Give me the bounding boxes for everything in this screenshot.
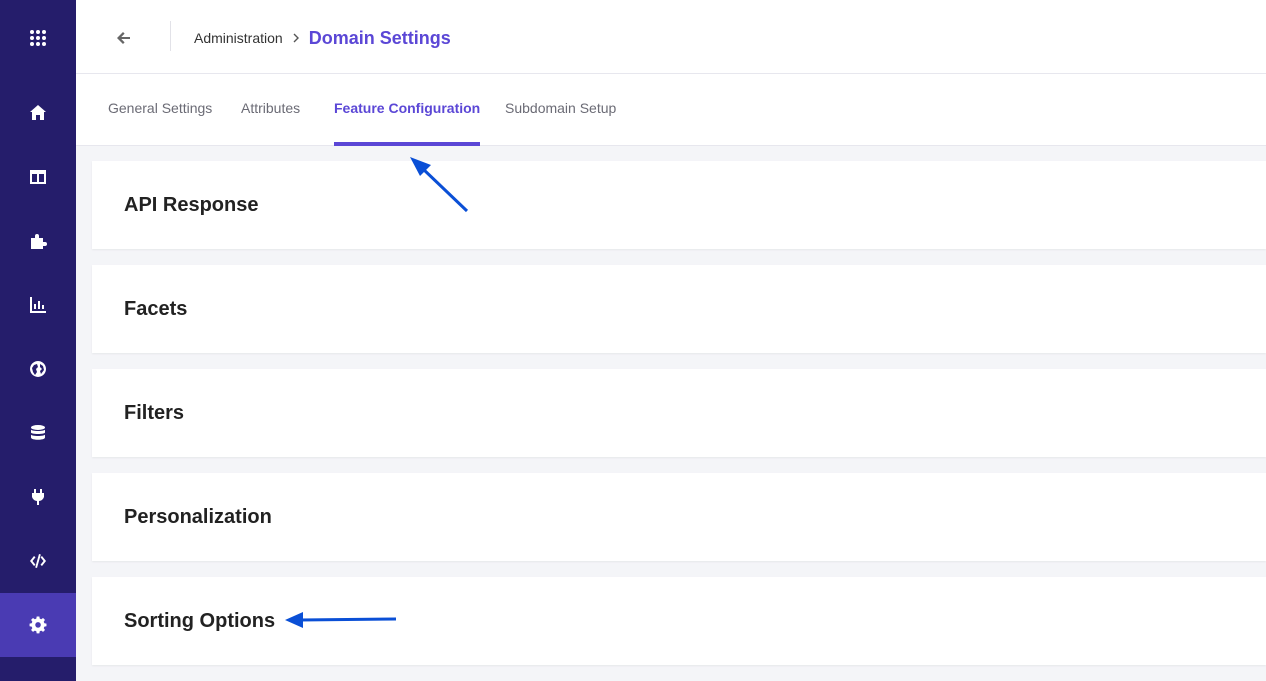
- panel-title: Personalization: [124, 505, 272, 528]
- panel-title: Filters: [124, 401, 185, 424]
- tab-attributes[interactable]: Attributes: [241, 74, 300, 146]
- gear-icon: [29, 616, 47, 634]
- sidebar-item-home[interactable]: [0, 81, 76, 145]
- tab-general-settings[interactable]: General Settings: [108, 74, 212, 146]
- page-title: Domain Settings: [308, 27, 451, 48]
- panel-personalization[interactable]: Personalization: [92, 473, 1266, 561]
- plug-icon: [32, 489, 44, 505]
- sidebar: [0, 0, 76, 681]
- panel-filters[interactable]: Filters: [92, 369, 1266, 457]
- sidebar-item-extensions[interactable]: [0, 209, 76, 273]
- panel-sorting-options[interactable]: Sorting Options: [92, 577, 1266, 665]
- page-header: Administration Domain Settings: [76, 0, 1266, 74]
- globe-icon: [30, 361, 47, 377]
- chevron-right-icon: [293, 33, 299, 43]
- code-icon: [30, 554, 46, 568]
- sidebar-item-settings[interactable]: [0, 593, 76, 657]
- header-divider: [170, 21, 171, 51]
- sidebar-item-layout[interactable]: [0, 145, 76, 209]
- panel-title: Sorting Options: [124, 609, 276, 632]
- panel-api-response[interactable]: API Response: [92, 161, 1266, 249]
- tab-subdomain-setup[interactable]: Subdomain Setup: [505, 74, 616, 146]
- panel-title: API Response: [124, 193, 259, 216]
- home-icon: [30, 105, 46, 120]
- sidebar-item-integrations[interactable]: [0, 465, 76, 529]
- sidebar-item-analytics[interactable]: [0, 273, 76, 337]
- back-button[interactable]: [112, 26, 136, 50]
- puzzle-icon: [31, 234, 47, 249]
- bar-chart-icon: [30, 297, 46, 313]
- layout-icon: [30, 170, 46, 184]
- panel-title: Facets: [124, 297, 188, 320]
- sidebar-item-developer[interactable]: [0, 529, 76, 593]
- sidebar-item-global[interactable]: [0, 337, 76, 401]
- arrow-left-icon: [117, 32, 130, 44]
- panel-facets[interactable]: Facets: [92, 265, 1266, 353]
- breadcrumb-parent-link[interactable]: Administration: [194, 30, 283, 46]
- breadcrumb: Administration Domain Settings: [194, 26, 451, 50]
- settings-tabs: General Settings Attributes Feature Conf…: [76, 74, 1266, 146]
- tab-feature-configuration[interactable]: Feature Configuration: [334, 74, 481, 146]
- apps-grid-icon: [30, 30, 46, 46]
- sidebar-item-data[interactable]: [0, 401, 76, 465]
- apps-grid-button[interactable]: [0, 6, 76, 70]
- database-icon: [31, 425, 45, 440]
